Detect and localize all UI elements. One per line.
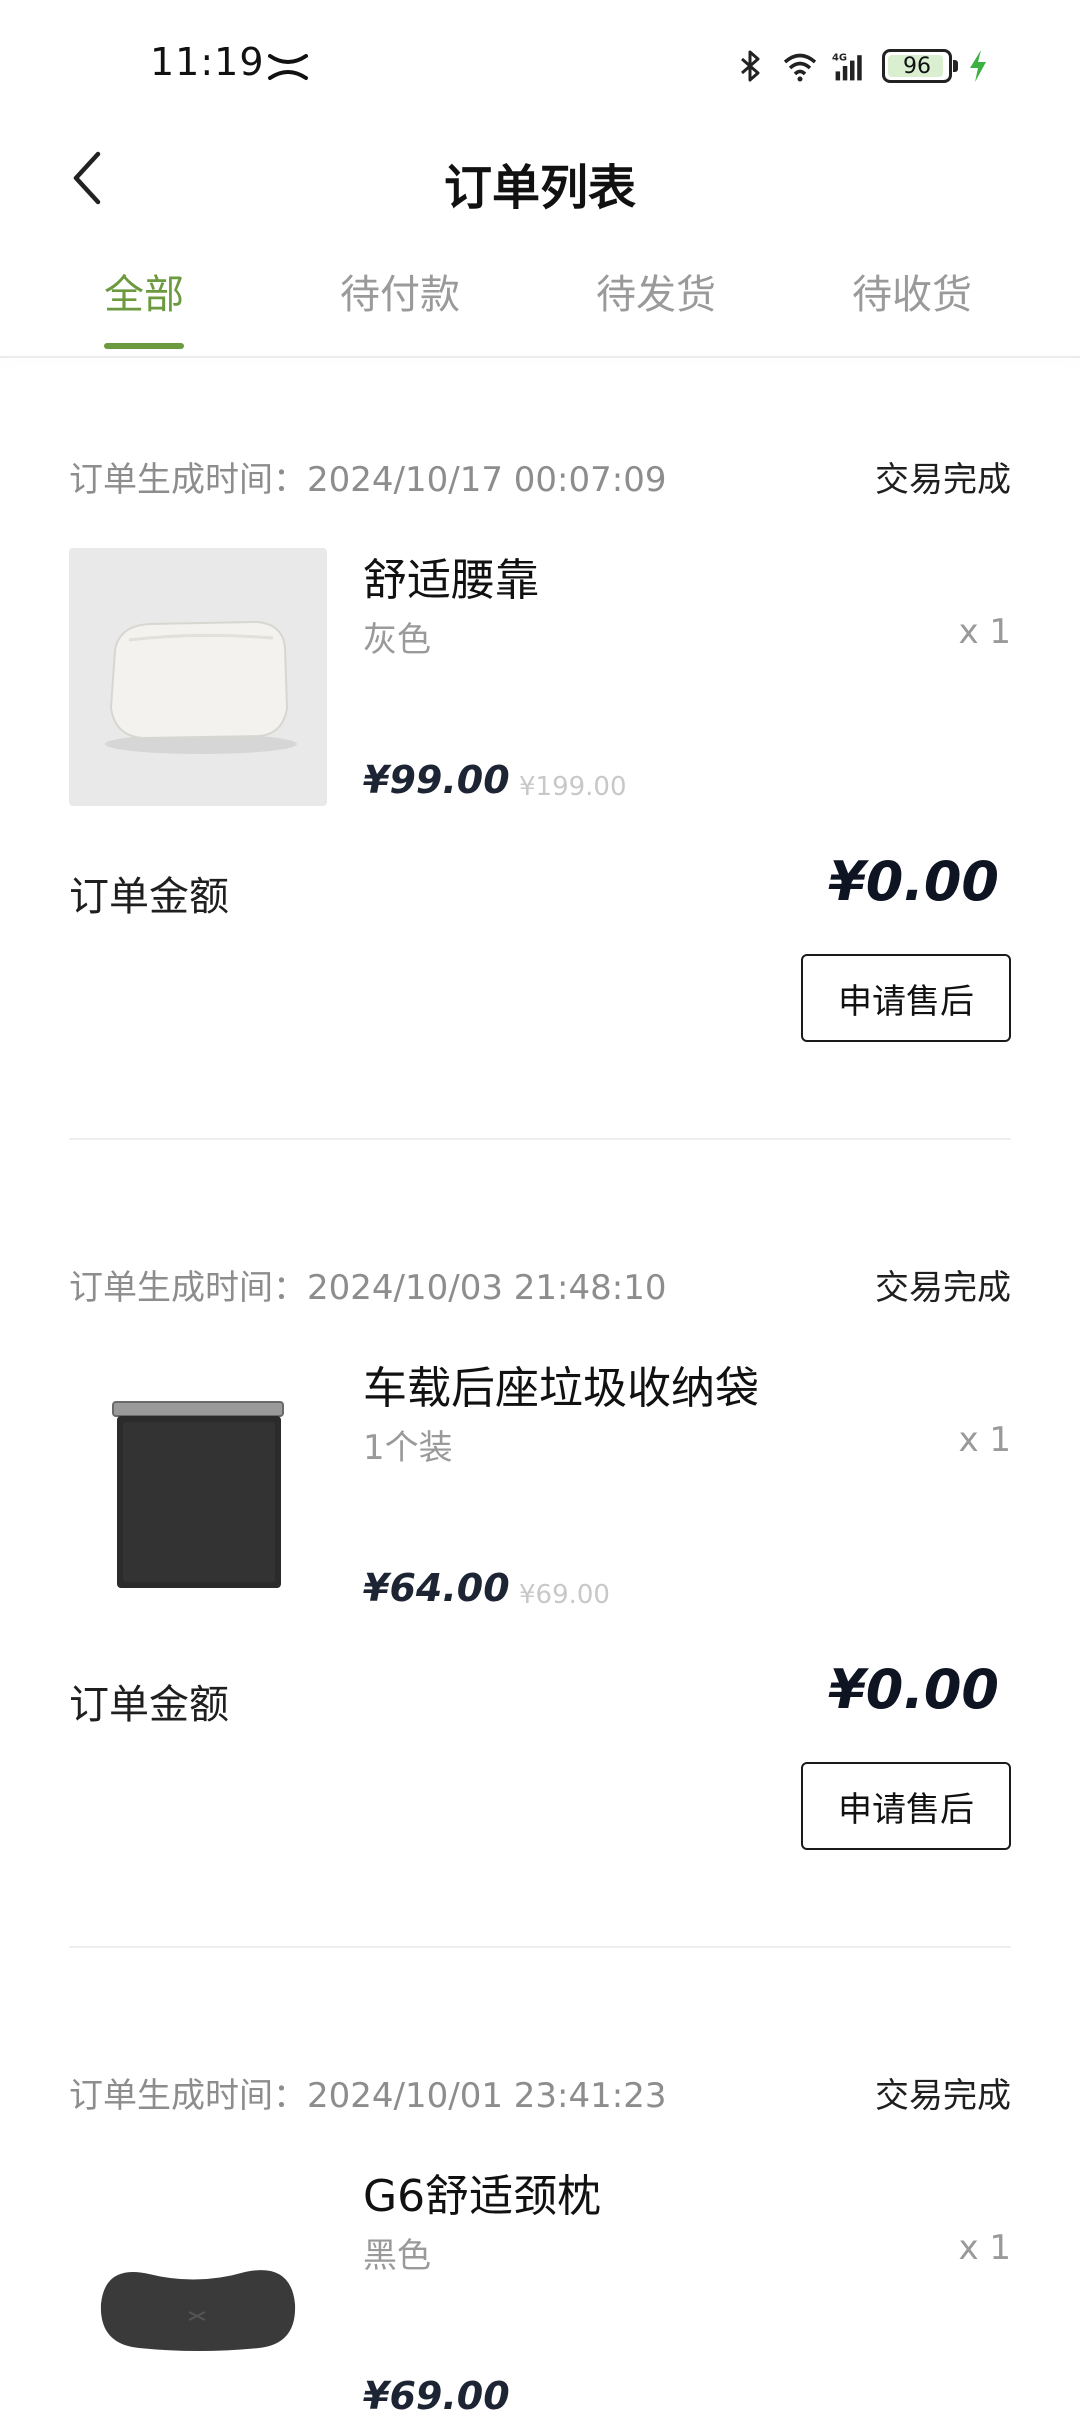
tabs-divider bbox=[0, 356, 1080, 358]
order-amount: ¥0.00 bbox=[828, 850, 999, 913]
product-price: ¥99.00 bbox=[363, 758, 510, 802]
product-spec: 1个装 bbox=[363, 1428, 453, 1468]
product-image-neck-pillow[interactable] bbox=[69, 2164, 327, 2422]
product-price: ¥69.00 bbox=[363, 2374, 510, 2418]
order-status: 交易完成 bbox=[875, 460, 1011, 500]
order-card[interactable]: 订单生成时间：2024/10/17 00:07:09 交易完成 舒适腰靠 灰色 … bbox=[69, 452, 1011, 1172]
charging-icon bbox=[970, 50, 986, 82]
app-header: 订单列表 bbox=[0, 130, 1080, 240]
order-amount-label: 订单金额 bbox=[69, 874, 229, 920]
after-sale-button[interactable]: 申请售后 bbox=[801, 954, 1011, 1042]
bluetooth-icon bbox=[741, 50, 760, 82]
product-original-price: ¥199.00 bbox=[519, 772, 627, 802]
tab-active-indicator bbox=[104, 343, 184, 349]
tab-label: 全部 bbox=[104, 272, 184, 318]
product-spec: 黑色 bbox=[363, 2236, 431, 2276]
product-quantity: x 1 bbox=[958, 2228, 1011, 2268]
tab-all[interactable]: 全部 bbox=[16, 255, 272, 355]
order-amount-label: 订单金额 bbox=[69, 1682, 229, 1728]
brand-logo-icon bbox=[268, 54, 308, 80]
product-original-price: ¥69.00 bbox=[519, 1580, 610, 1610]
wifi-icon bbox=[783, 53, 817, 82]
order-time: 订单生成时间：2024/10/03 21:48:10 bbox=[69, 1268, 667, 1308]
order-divider bbox=[69, 1946, 1011, 1948]
product-spec: 灰色 bbox=[363, 620, 431, 660]
battery-level: 96 bbox=[903, 53, 931, 79]
tab-label: 待收货 bbox=[852, 272, 972, 318]
product-quantity: x 1 bbox=[958, 612, 1011, 652]
product-name[interactable]: G6舒适颈枕 bbox=[363, 2160, 601, 2224]
order-tabs: 全部 待付款 待发货 待收货 bbox=[0, 255, 1080, 355]
battery-icon: 96 bbox=[882, 49, 958, 83]
tab-pending-shipment[interactable]: 待发货 bbox=[528, 255, 784, 355]
tab-label: 待付款 bbox=[340, 272, 460, 318]
product-quantity: x 1 bbox=[958, 1420, 1011, 1460]
tab-pending-receipt[interactable]: 待收货 bbox=[784, 255, 1040, 355]
order-time: 订单生成时间：2024/10/01 23:41:23 bbox=[69, 2076, 667, 2116]
product-image-lumbar-pillow[interactable] bbox=[69, 548, 327, 806]
product-name[interactable]: 车载后座垃圾收纳袋 bbox=[363, 1352, 759, 1416]
order-amount: ¥0.00 bbox=[828, 1658, 999, 1721]
tab-label: 待发货 bbox=[596, 272, 716, 318]
page-title: 订单列表 bbox=[443, 160, 636, 216]
order-card[interactable]: 订单生成时间：2024/10/01 23:41:23 交易完成 G6舒适颈枕 黑… bbox=[69, 2068, 1011, 2422]
status-bar: 11:19 4G 96 bbox=[0, 0, 1080, 130]
order-status: 交易完成 bbox=[875, 2076, 1011, 2116]
order-card[interactable]: 订单生成时间：2024/10/03 21:48:10 交易完成 车载后座垃圾收纳… bbox=[69, 1260, 1011, 1980]
signal-4g-icon: 4G bbox=[832, 53, 862, 81]
network-type-label: 4G bbox=[832, 53, 847, 64]
status-time: 11:19 bbox=[150, 40, 265, 84]
product-image-trash-bag[interactable] bbox=[69, 1356, 327, 1614]
order-divider bbox=[69, 1138, 1011, 1140]
order-status: 交易完成 bbox=[875, 1268, 1011, 1308]
after-sale-button[interactable]: 申请售后 bbox=[801, 1762, 1011, 1850]
order-time: 订单生成时间：2024/10/17 00:07:09 bbox=[69, 460, 667, 500]
product-price: ¥64.00 bbox=[363, 1566, 510, 1610]
tab-pending-payment[interactable]: 待付款 bbox=[272, 255, 528, 355]
product-name[interactable]: 舒适腰靠 bbox=[363, 544, 539, 608]
